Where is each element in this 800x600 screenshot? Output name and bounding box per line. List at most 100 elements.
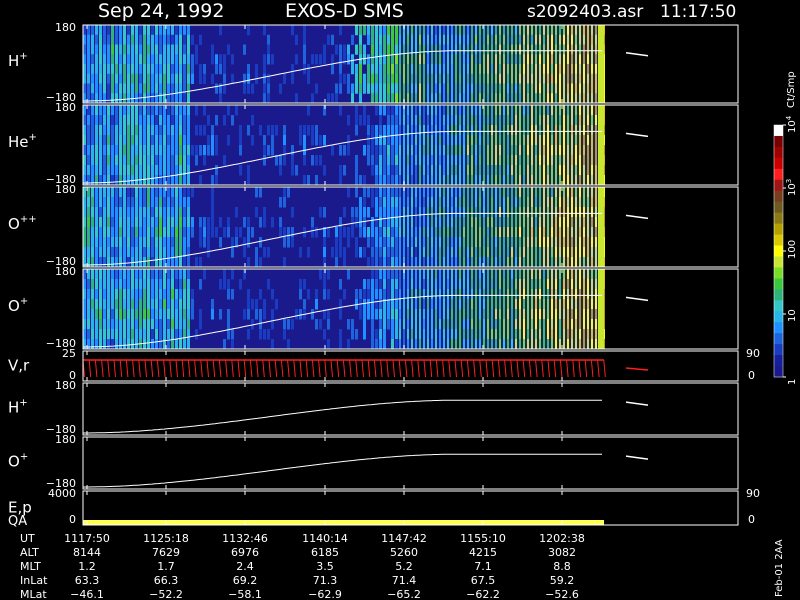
spectrogram-cell — [103, 217, 106, 228]
colorbar-swatch — [774, 289, 783, 301]
spectrogram-cell — [527, 155, 529, 166]
spectrogram-cell — [175, 299, 178, 310]
spectrogram-cell — [575, 309, 577, 320]
spectrogram-cell — [587, 309, 589, 320]
velocity-tick — [287, 359, 290, 378]
spectrogram-cell — [583, 289, 585, 300]
velocity-tick — [305, 359, 309, 378]
spectrogram-cell — [575, 73, 577, 84]
velocity-tick — [181, 359, 185, 378]
spectrogram-cell — [579, 115, 581, 126]
trajectory-segment — [625, 401, 649, 406]
spectrogram-cell — [467, 44, 469, 55]
spectrogram-cell — [491, 339, 493, 350]
spectrogram-cell — [495, 319, 497, 330]
spectrogram-cell — [427, 44, 429, 55]
spectrogram-cell — [203, 227, 206, 238]
spectrogram-cell — [511, 227, 513, 238]
spectrogram-cell — [479, 165, 481, 176]
spectrogram-cell — [251, 299, 254, 310]
panel-label: O++ — [8, 214, 37, 233]
spectrogram-cell — [459, 329, 461, 340]
spectrogram-cell — [379, 34, 382, 45]
spectrogram-cell — [491, 34, 493, 45]
spectrogram-cell — [391, 207, 394, 218]
spectrogram-cell — [539, 145, 541, 156]
velocity-tick — [318, 359, 321, 378]
spectrogram-cell — [519, 269, 521, 280]
spectrogram-cell — [183, 237, 186, 248]
spectrogram-cell — [371, 93, 374, 104]
spectrogram-cell — [379, 227, 382, 238]
spectrogram-cell — [411, 257, 413, 268]
spectrogram-cell — [427, 54, 429, 65]
footer-row-label: ALT — [20, 546, 39, 559]
spectrogram-cell — [559, 187, 561, 198]
spectrogram-cell — [271, 289, 274, 300]
spectrogram-cell — [407, 299, 409, 310]
spectrogram-cell — [507, 217, 509, 228]
spectrogram-cell — [187, 227, 190, 238]
spectrogram-cell — [87, 207, 90, 218]
spectrogram-cell — [347, 339, 350, 350]
spectrogram-cell — [423, 207, 425, 218]
spectrogram-cell — [151, 73, 154, 84]
spectrogram-cell — [455, 165, 457, 176]
spectrogram-cell — [131, 115, 134, 126]
spectrogram-cell — [575, 187, 577, 198]
spectrogram-cell — [511, 155, 513, 166]
spectrogram-cell — [99, 299, 102, 310]
spectrogram-cell — [107, 135, 110, 146]
spectrogram-cell — [151, 155, 154, 166]
spectrogram-cell — [127, 289, 130, 300]
spectrogram-cell — [447, 329, 449, 340]
spectrogram-cell — [263, 25, 266, 36]
spectrogram-cell — [395, 197, 398, 208]
spectrogram-cell — [499, 145, 501, 156]
spectrogram-cell — [383, 44, 386, 55]
spectrogram-cell — [547, 105, 549, 116]
spectrogram-cell — [579, 73, 581, 84]
spectrogram-cell — [203, 125, 206, 136]
spectrogram-cell — [475, 269, 477, 280]
spectrogram-cell — [459, 269, 461, 280]
spectrogram-cell — [263, 73, 266, 84]
spectrogram-cell — [271, 135, 274, 146]
spectrogram-cell — [527, 247, 529, 258]
spectrogram-cell — [211, 187, 214, 198]
spectrogram-cell — [107, 175, 110, 186]
spectrogram-cell — [555, 227, 557, 238]
spectrogram-cell — [131, 73, 134, 84]
spectrogram-cell — [155, 237, 158, 248]
spectrogram-cell — [87, 54, 90, 65]
spectrogram-cell — [439, 197, 441, 208]
spectrogram-cell — [579, 269, 581, 280]
spectrogram-cell — [119, 269, 122, 280]
spectrogram-cell — [475, 197, 477, 208]
spectrogram-cell — [451, 197, 453, 208]
spectrogram-cell — [399, 339, 401, 350]
spectrogram-cell — [379, 105, 382, 116]
spectrogram-cell — [95, 73, 98, 84]
spectrogram-cell — [555, 64, 557, 75]
spectrogram-cell — [547, 73, 549, 84]
spectrogram-cell — [515, 175, 517, 186]
spectrogram-cell — [419, 125, 421, 136]
spectrogram-cell — [179, 237, 182, 248]
spectrogram-cell — [163, 125, 166, 136]
spectrogram-cell — [375, 34, 378, 45]
footer-cell: −52.2 — [149, 588, 183, 600]
spectrogram-cell — [311, 93, 314, 104]
spectrogram-cell — [423, 155, 425, 166]
spectrogram-cell — [463, 339, 465, 350]
spectrogram-cell — [179, 207, 182, 218]
spectrogram-cell — [555, 34, 557, 45]
spectrogram-cell — [399, 175, 401, 186]
spectrogram-cell — [91, 105, 94, 116]
spectrogram-cell — [527, 83, 529, 94]
spectrogram-cell — [515, 187, 517, 198]
colorbar-swatch — [774, 223, 783, 236]
spectrogram-cell — [591, 247, 593, 258]
spectrogram-cell — [539, 64, 541, 75]
spectrogram-cell — [459, 165, 461, 176]
